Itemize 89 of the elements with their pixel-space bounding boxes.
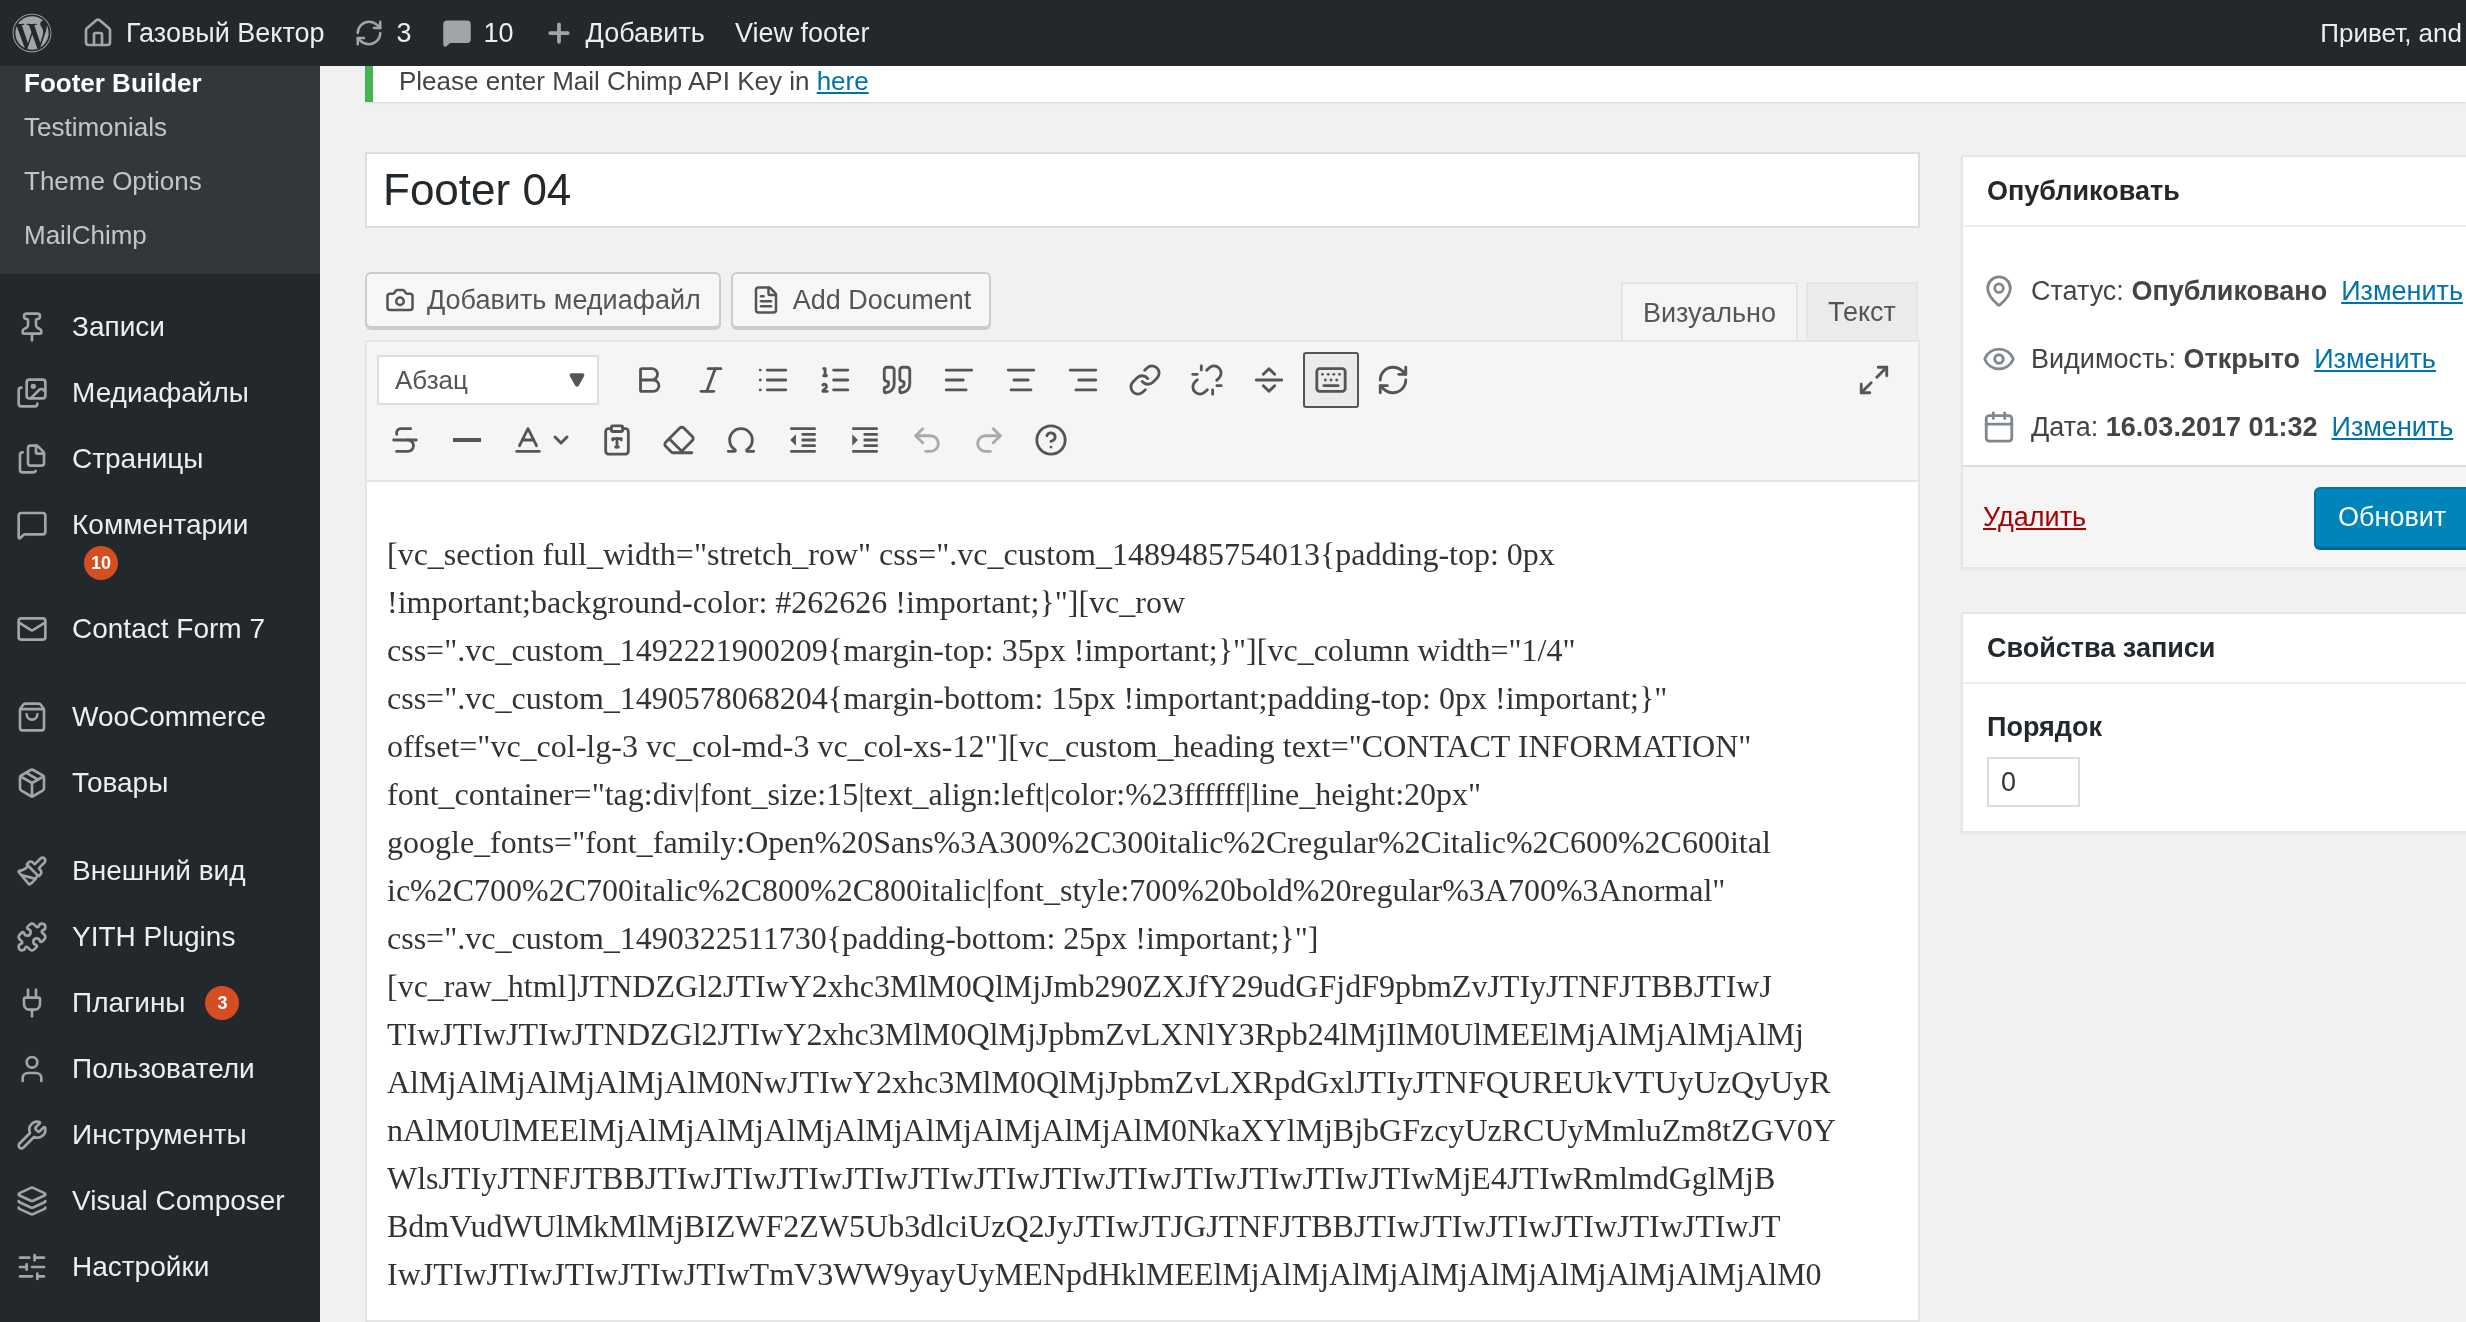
content-line: font_container="tag:div|font_size:15|text_align:left|color:%23ffffff|line_height:20px" xyxy=(387,775,1483,814)
publish-label: Дата: 16.03.2017 01:32 xyxy=(2031,411,2318,443)
menu-label: Товары xyxy=(72,766,169,800)
update-button[interactable]: Обновит xyxy=(2314,486,2466,548)
content-line: google_fonts="font_family:Open%20Sans%3A300%2C300italic%2Cregular%2Citalic%2C600%2C600ital xyxy=(387,823,1772,862)
publish-label: Статус: Опубликовано xyxy=(2031,275,2328,307)
menu-item[interactable]: Настройки xyxy=(0,1233,320,1299)
media-button[interactable]: Добавить медиафайл xyxy=(365,272,721,328)
notice-text: Please enter Mail Chimp API Key in here xyxy=(399,66,869,96)
media-button[interactable]: Add Document xyxy=(730,272,992,328)
logo-icon xyxy=(12,13,52,53)
menu-label: Настройки xyxy=(72,1250,210,1284)
submenu-item[interactable]: MailChimp xyxy=(0,208,320,262)
menu-item[interactable]: Внешний вид xyxy=(0,837,320,903)
menu-label: YITH Plugins xyxy=(72,920,236,954)
fullscreen-icon xyxy=(1857,363,1891,397)
title-field[interactable]: Footer 04 xyxy=(365,152,1920,228)
content-line: [vc_raw_html]JTNDZGl2JTIwY2xhc3MlM0QlMjJmb290ZXJfY29udGFjdF9pbmZvJTIyJTNFJTBBJTIwJ xyxy=(387,967,1773,1006)
content-line: IwJTIwJTIwJTIwJTIwJTIwTmV3WW9yayUyMENpdHklMEElMjAlMjAlMjAlMjAlMjAlMjAlMjAlMjAlM0 xyxy=(387,1255,1823,1294)
submenu-item[interactable]: Testimonials xyxy=(0,100,320,154)
refresh-icon xyxy=(354,18,385,48)
editor-tab[interactable]: Визуально xyxy=(1620,282,1798,342)
menu-item[interactable]: Товары xyxy=(0,749,320,815)
eraser-icon xyxy=(662,423,696,457)
content-line: WlsJTIyJTNFJTBBJTIwJTIwJTIwJTIwJTIwJTIwJTIwJTIwJTIwJTIwJTIwJTIwMjE4JTIwRmlmdGglMjB xyxy=(387,1159,1777,1198)
menu-item[interactable]: Комментарии 10 xyxy=(0,491,320,595)
help-icon xyxy=(1034,423,1068,457)
content-line: css=".vc_custom_1490578068204{margin-bottom: 15px !important;padding-top: 0px !important;}" xyxy=(387,679,1669,718)
menu-item[interactable]: Плагины 3 xyxy=(0,969,320,1035)
count-badge: 10 xyxy=(84,546,118,580)
submenu-item[interactable]: Theme Options xyxy=(0,154,320,208)
menu-item[interactable]: Записи xyxy=(0,293,320,359)
box-title: Опубликовать xyxy=(1963,157,2466,227)
content-line: nAlM0UlMEElMjAlMjAlMjAlMjAlMjAlMjAlMjAlMjAlM0NkaXYlMjBjbGFzcyUzRCUyMmluZm8tZGV0Y xyxy=(387,1111,1837,1150)
menu-label: WooCommerce xyxy=(72,700,266,734)
menu-label: Комментарии xyxy=(72,508,249,542)
edit-link[interactable]: Изменить xyxy=(2314,343,2436,375)
edit-link[interactable]: Изменить xyxy=(2341,275,2463,307)
menu-label: Внешний вид xyxy=(72,854,246,888)
menu-item[interactable]: WooCommerce xyxy=(0,683,320,749)
caret-icon xyxy=(569,372,585,388)
menu-item[interactable]: Страницы xyxy=(0,425,320,491)
keyboard-button[interactable] xyxy=(1303,352,1359,408)
format-select[interactable]: Абзац xyxy=(377,355,599,405)
editor-tab[interactable]: Текст xyxy=(1806,282,1918,340)
order-label: Порядок xyxy=(1987,712,2103,743)
content-line: offset="vc_col-lg-3 vc_col-md-3 vc_col-xs-12"][vc_custom_heading text="CONTACT INFORMATION" xyxy=(387,727,1753,766)
menu-item[interactable]: Пользователи xyxy=(0,1035,320,1101)
unlink-icon xyxy=(1190,363,1224,397)
menu-label: Медиафайлы xyxy=(72,376,249,410)
delete-link[interactable]: Удалить xyxy=(1983,501,2087,533)
box-title: Свойства записи xyxy=(1963,614,2466,684)
content-line: TIwJTIwJTIwJTNDZGl2JTIwY2xhc3MlM0QlMjJpbmZvLXNlY3Rpb24lMjIlM0UlMEElMjAlMjAlMjAlMj xyxy=(387,1015,1805,1054)
content-line: css=".vc_custom_1492221900209{margin-top: 35px !important;}"][vc_column width="1/4" xyxy=(387,631,1577,670)
menu-label: Страницы xyxy=(72,442,204,476)
comments-link[interactable]: 10 xyxy=(441,17,514,49)
menu-label: Contact Form 7 xyxy=(72,612,265,646)
menu-label: Записи xyxy=(72,310,165,344)
menu-item[interactable]: Contact Form 7 xyxy=(0,595,320,661)
comment-icon xyxy=(441,18,472,48)
menu-label: Плагины xyxy=(72,986,186,1020)
view-link[interactable]: View footer xyxy=(734,17,870,49)
menu-label: Инструменты xyxy=(72,1118,247,1152)
menu-label: Visual Composer xyxy=(72,1184,285,1218)
publish-label: Видимость: Открыто xyxy=(2031,343,2301,375)
content-line: AlMjAlMjAlMjAlMjAlM0NwJTIwY2xhc3MlM0QlMjJpbmZvLXRpdGxlJTIyJTNFQUREUkVTUyUzQyUyR xyxy=(387,1063,1832,1102)
link-icon xyxy=(1128,363,1162,397)
refresh-icon xyxy=(1376,363,1410,397)
order-field[interactable]: 0 xyxy=(1987,757,2080,807)
new-link[interactable]: Добавить xyxy=(543,17,705,49)
home-icon xyxy=(82,17,114,49)
content-line: [vc_section full_width="stretch_row" css=".vc_custom_1489485754013{padding-top: 0px xyxy=(387,535,1556,574)
content-line: ic%2C700%2C700italic%2C800%2C800italic|font_style:700%20bold%20regular%3A700%3Anormal" xyxy=(387,871,1727,910)
content-line: !important;background-color: #262626 !important;}"][vc_row xyxy=(387,583,1186,622)
updates-link[interactable]: 3 xyxy=(354,17,412,49)
site-link[interactable]: Газовый Вектор xyxy=(82,17,325,49)
submenu-item[interactable]: Footer Builder xyxy=(0,66,320,100)
content-line: BdmVudWUlMkMlMjBIZWF2ZW5Ub3dlciUzQ2JyJTIwJTJGJTNFJTBBJTIwJTIwJTIwJTIwJTIwJTIwJT xyxy=(387,1207,1782,1246)
menu-item[interactable]: Инструменты xyxy=(0,1101,320,1167)
edit-link[interactable]: Изменить xyxy=(2331,411,2454,443)
menu-item[interactable]: Visual Composer xyxy=(0,1167,320,1233)
menu-item[interactable]: YITH Plugins xyxy=(0,903,320,969)
greeting-link[interactable]: Привет, and xyxy=(2320,17,2466,49)
count-badge: 3 xyxy=(205,986,240,1020)
menu-item[interactable]: Медиафайлы xyxy=(0,359,320,425)
quote-icon xyxy=(880,363,914,397)
content-line: css=".vc_custom_1490322511730{padding-bottom: 25px !important;}"] xyxy=(387,919,1320,958)
menu-label: Пользователи xyxy=(72,1052,255,1086)
notice-link[interactable]: here xyxy=(816,66,869,96)
